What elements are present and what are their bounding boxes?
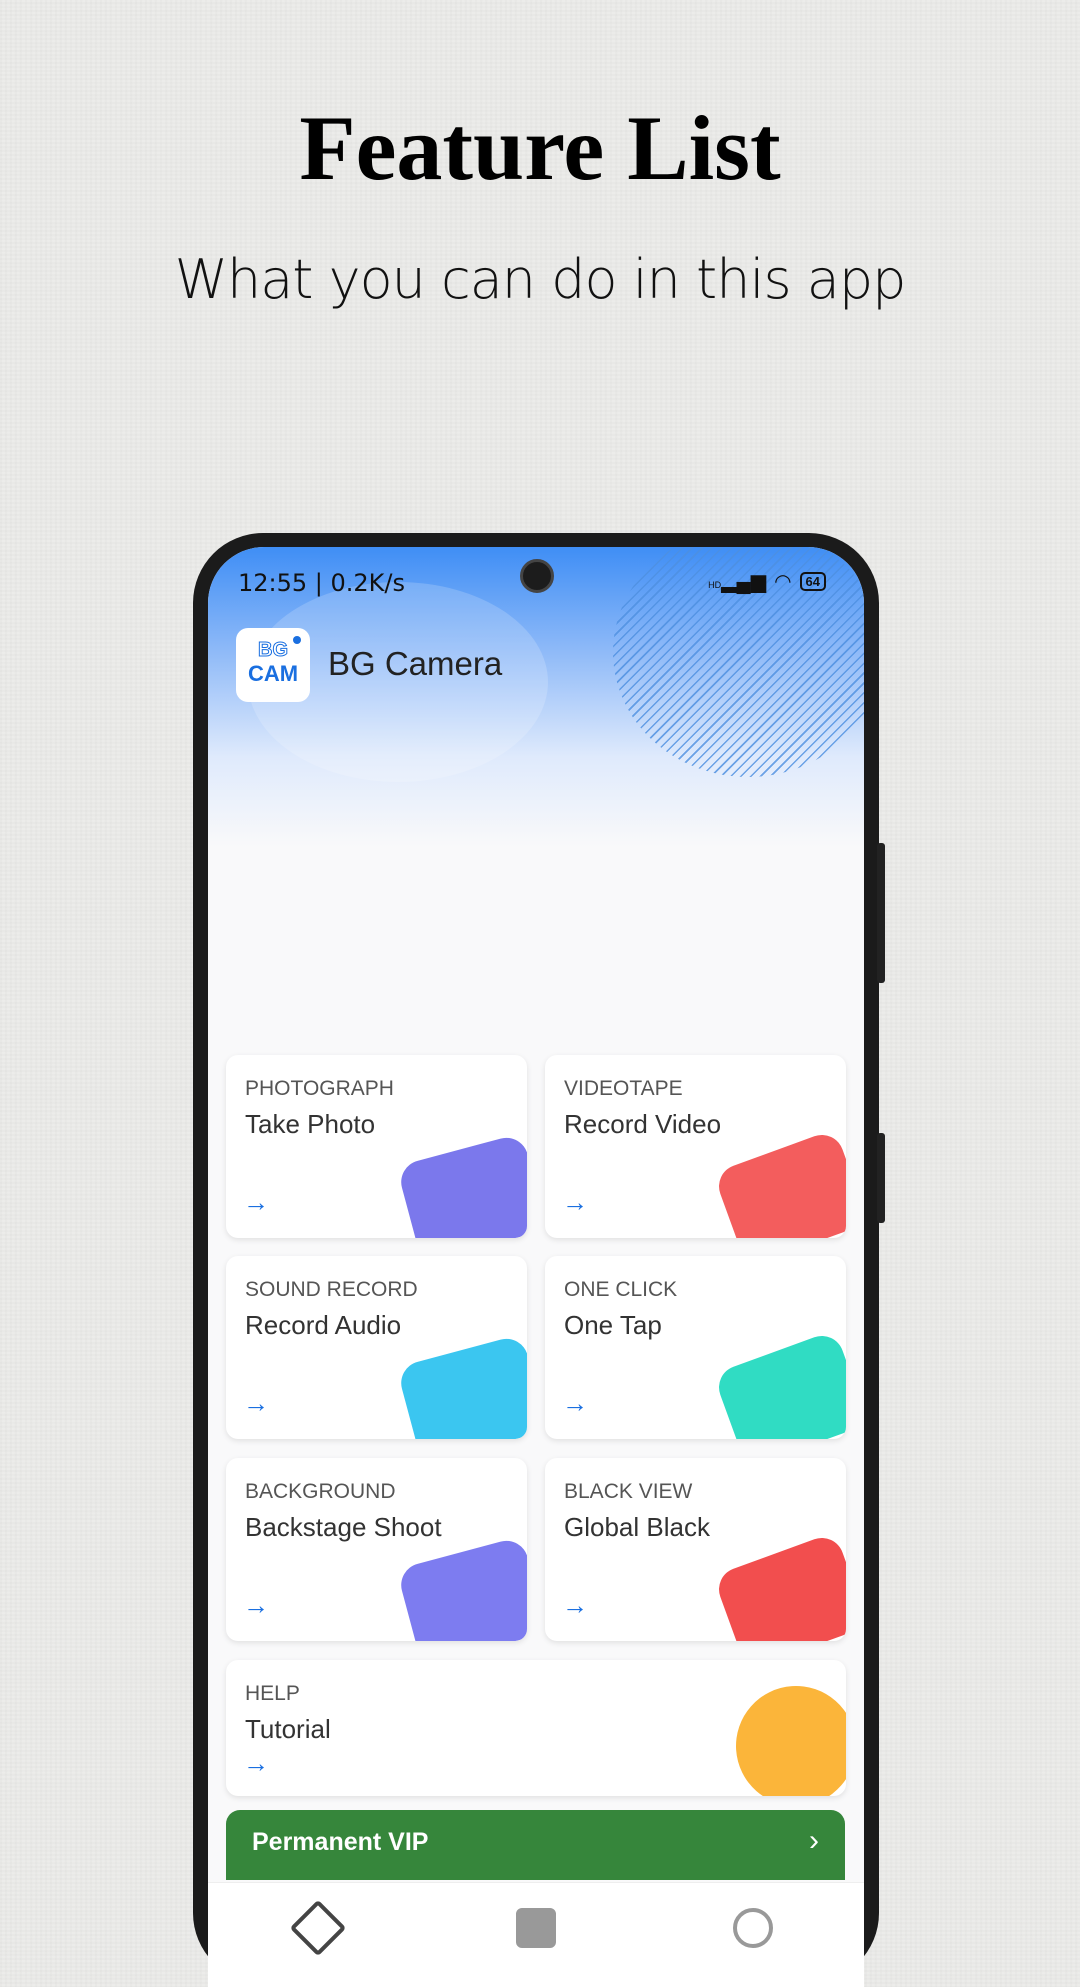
card-title: Take Photo [245,1109,376,1139]
wifi-icon: ◠ [774,571,792,593]
power-icon [712,1531,846,1641]
card-label: VIDEOTAPE [564,1077,683,1100]
feature-card[interactable]: VIDEOTAPE Record Video → [545,1055,846,1238]
feature-card[interactable]: PHOTOGRAPH Take Photo → [226,1055,527,1238]
feature-card[interactable]: BACKGROUND Backstage Shoot → [226,1458,527,1641]
background-icon [396,1535,527,1641]
status-icons: HD▂▄▆ ◠ 64 [708,569,826,594]
arrow-right-icon: → [243,1388,269,1418]
feature-card[interactable]: SOUND RECORD Record Audio → [226,1256,527,1439]
arrow-right-icon: → [562,1590,588,1620]
card-label: HELP [245,1682,300,1705]
status-time: 12:55 | 0.2K/s [238,569,406,597]
phone-frame: 12:55 | 0.2K/s HD▂▄▆ ◠ 64 BG CAM BG Came… [193,533,885,1987]
card-title: Tutorial [245,1714,331,1744]
card-label: BLACK VIEW [564,1480,693,1503]
feature-card[interactable]: ONE CLICK One Tap → [545,1256,846,1439]
front-camera [520,559,554,593]
battery-icon: 64 [799,572,826,591]
feature-card[interactable]: BLACK VIEW Global Black → [545,1458,846,1641]
card-label: ONE CLICK [564,1278,678,1301]
folder-icon[interactable] [516,1908,556,1948]
camera-icon [396,1132,527,1238]
card-title: One Tap [564,1310,662,1340]
power-button [877,1133,885,1223]
app-name: BG Camera [328,645,503,682]
card-label: SOUND RECORD [245,1278,418,1301]
signal-icon: HD▂▄▆ [708,571,767,593]
question-icon [722,1672,846,1796]
video-camera-icon [712,1128,846,1238]
tap-icon [712,1329,846,1439]
arrow-right-icon: → [243,1187,269,1217]
arrow-right-icon: → [243,1590,269,1620]
card-title: Record Video [564,1109,722,1139]
card-title: Global Black [564,1512,710,1542]
card-title: Record Audio [245,1310,402,1340]
feature-card[interactable]: HELP Tutorial → [226,1660,846,1796]
microphone-icon [396,1333,527,1439]
promo-subtitle: What you can do in this app [174,248,907,311]
arrow-right-icon: → [562,1187,588,1217]
bottom-nav [208,1882,864,1987]
arrow-right-icon: → [562,1388,588,1418]
promo-title: Feature List [299,97,781,199]
profile-icon[interactable] [733,1908,773,1948]
chevron-right-icon: › [809,1824,819,1857]
card-label: PHOTOGRAPH [245,1077,394,1100]
vip-label: Permanent VIP [252,1828,429,1856]
card-label: BACKGROUND [245,1480,396,1503]
arrow-right-icon: → [243,1748,269,1778]
app-logo: BG CAM [236,628,310,702]
app-screen: 12:55 | 0.2K/s HD▂▄▆ ◠ 64 BG CAM BG Came… [208,547,864,1987]
card-title: Backstage Shoot [245,1512,442,1542]
permanent-vip-button[interactable]: Permanent VIP › [226,1810,845,1880]
home-icon[interactable] [289,1899,347,1957]
volume-button [877,843,885,983]
